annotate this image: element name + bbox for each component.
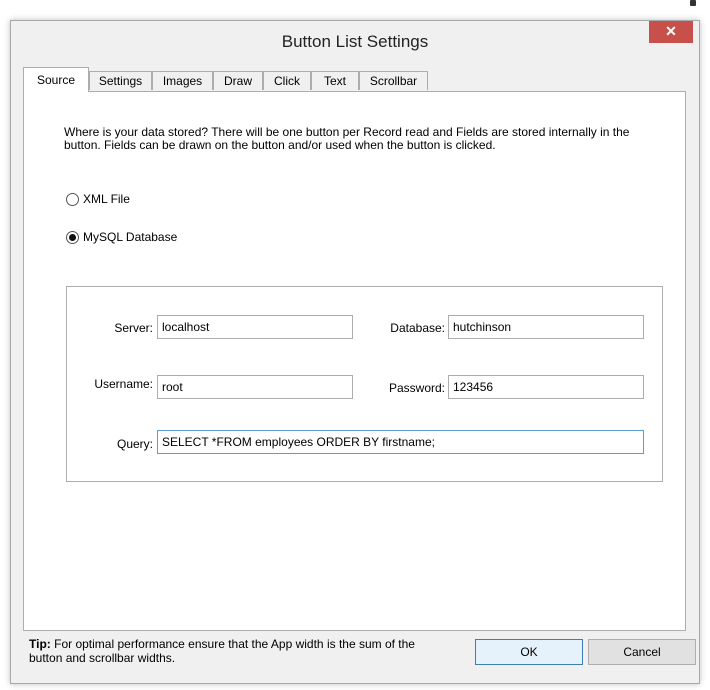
tip-text: Tip: For optimal performance ensure that… — [29, 637, 449, 665]
window-title: Button List Settings — [281, 32, 429, 51]
tab-images[interactable]: Images — [152, 71, 213, 90]
dialog-footer: Tip: For optimal performance ensure that… — [23, 631, 696, 675]
query-label: Query: — [116, 437, 153, 451]
database-connection-group: Server: Database: Username: Password: Qu… — [66, 286, 663, 482]
close-button[interactable]: ✕ — [649, 21, 693, 43]
title-bar[interactable]: Button List Settings ✕ — [11, 21, 699, 65]
source-description: Where is your data stored? There will be… — [64, 125, 630, 152]
database-label: Database: — [390, 321, 445, 335]
database-input[interactable] — [448, 315, 644, 339]
mysql-database-option[interactable]: MySQL Database — [66, 228, 177, 246]
username-label: Username: — [94, 377, 153, 391]
mysql-database-label: MySQL Database — [83, 230, 178, 244]
tab-settings[interactable]: Settings — [89, 71, 152, 90]
ok-button[interactable]: OK — [475, 639, 583, 665]
tab-text[interactable]: Text — [311, 71, 359, 90]
xml-file-label: XML File — [83, 192, 130, 206]
background-edge — [670, 0, 710, 8]
tab-source[interactable]: Source — [23, 67, 89, 92]
tab-draw[interactable]: Draw — [213, 71, 263, 90]
tab-click[interactable]: Click — [263, 71, 311, 90]
server-input[interactable] — [157, 315, 353, 339]
close-icon: ✕ — [665, 23, 677, 39]
query-input[interactable] — [157, 430, 644, 454]
tip-message: For optimal performance ensure that the … — [29, 637, 415, 665]
xml-file-radio[interactable] — [66, 192, 79, 206]
server-label: Server: — [114, 321, 153, 335]
username-input[interactable] — [157, 375, 353, 399]
mysql-database-radio[interactable] — [66, 230, 79, 244]
cancel-button[interactable]: Cancel — [588, 639, 696, 665]
dialog-window: Button List Settings ✕ Source Settings I… — [10, 20, 700, 684]
source-tab-panel: Where is your data stored? There will be… — [23, 91, 686, 631]
xml-file-option[interactable]: XML File — [66, 190, 130, 208]
password-input[interactable] — [448, 375, 644, 399]
password-label: Password: — [388, 381, 445, 395]
tip-label: Tip: — [29, 637, 51, 651]
background-mark — [690, 0, 696, 6]
tab-scrollbar[interactable]: Scrollbar — [359, 71, 428, 90]
